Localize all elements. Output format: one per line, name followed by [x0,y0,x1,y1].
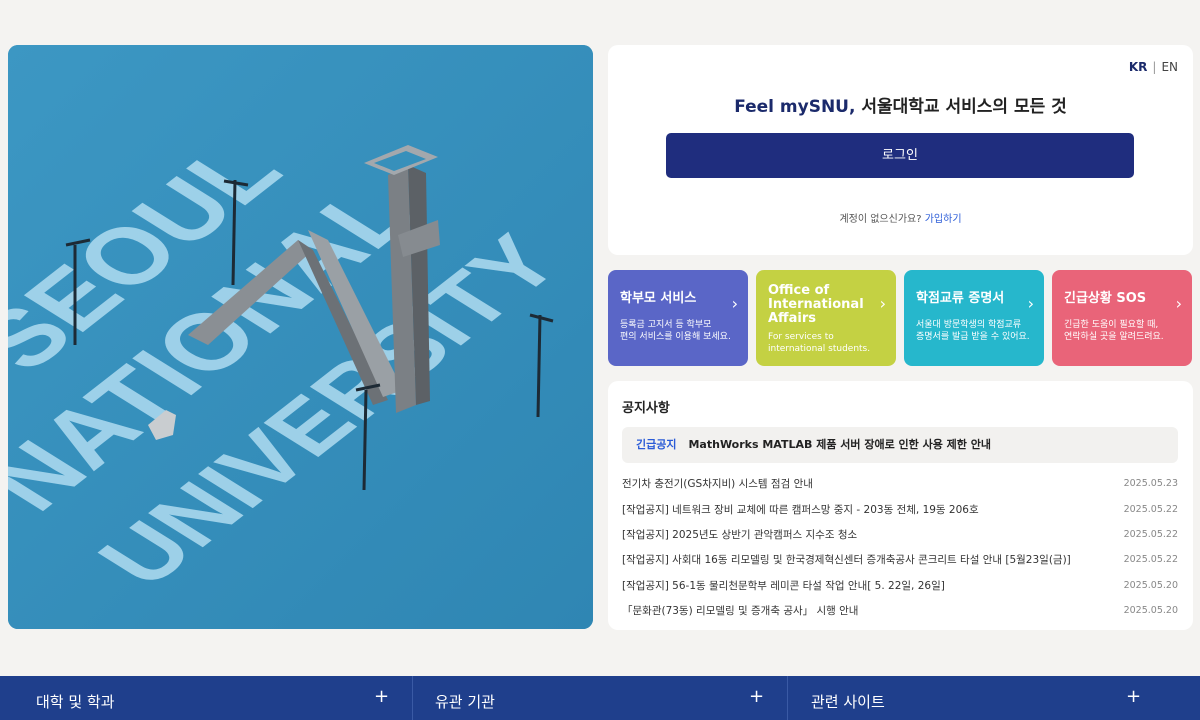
list-item[interactable]: [작업공지] 네트워크 장비 교체에 따른 캠퍼스망 중지 - 203동 전체,… [622,496,1178,521]
language-switcher: KR | EN [1129,60,1178,74]
urgent-text: MathWorks MATLAB 제품 서버 장애로 인한 사용 제한 안내 [688,438,991,451]
footer-bar: 대학 및 학과 + 유관 기관 + 관련 사이트 + [0,676,1200,720]
plus-icon: + [1126,686,1142,707]
plus-icon: + [749,686,765,707]
notice-text: 「문화관(73동) 리모델링 및 증개축 공사」 시행 안내 [622,605,859,618]
tile-title: 학부모 서비스 [620,291,697,306]
lang-en-link[interactable]: EN [1161,60,1178,74]
list-item[interactable]: [작업공지] 56-1동 물리천문학부 레미콘 타설 작업 안내[ 5. 22일… [622,573,1178,598]
tile-desc: 서울대 방문학생의 학점교류 증명서를 발급 받을 수 있어요. [916,320,1030,342]
urgent-tag: 긴급공지 [636,438,677,451]
plus-icon: + [374,686,390,707]
notice-title: 공지사항 [622,401,670,416]
tile-desc: 긴급한 도움이 필요할 때, 연락하실 곳을 알려드려요. [1064,320,1164,342]
notice-text: 전기차 충전기(GS차지비) 시스템 점검 안내 [622,478,813,491]
brand-text: Feel mySNU, [734,97,856,117]
login-button[interactable]: 로그인 [666,133,1134,178]
signup-link[interactable]: 가입하기 [925,214,962,225]
lang-separator: | [1152,60,1157,74]
tile-title: 긴급상황 SOS [1064,291,1147,306]
notice-list: 전기차 충전기(GS차지비) 시스템 점검 안내 2025.05.23 [작업공지… [622,471,1178,623]
notice-text: [작업공지] 사회대 16동 리모델링 및 한국경제혁신센터 증개축공사 콘크리… [622,554,1071,567]
tile-desc: For services to international students. [768,332,871,354]
notice-date: 2025.05.22 [1123,503,1178,515]
login-card: KR | EN Feel mySNU, 서울대학교 서비스의 모든 것 로그인 계정… [608,45,1193,255]
tile-title: Office of International Affairs [768,283,864,326]
notice-text: [작업공지] 2025년도 상반기 관악캠퍼스 지수조 청소 [622,528,858,541]
tile-credit-certificate[interactable]: 학점교류 증명서 서울대 방문학생의 학점교류 증명서를 발급 받을 수 있어요… [904,270,1044,366]
signup-row: 계정이 없으신가요? 가입하기 [608,210,1193,225]
tile-title: 학점교류 증명서 [916,291,1005,306]
hero-illustration: SEOUL NATIONAL UNIVERSITY [8,45,593,629]
footer-related-sites-toggle[interactable]: 관련 사이트 + [788,676,1200,720]
list-item[interactable]: [작업공지] 2025년도 상반기 관악캠퍼스 지수조 청소 2025.05.22 [622,522,1178,547]
chevron-right-icon: › [1175,294,1182,313]
chevron-right-icon: › [879,294,886,313]
footer-affiliated-toggle[interactable]: 유관 기관 + [413,676,788,720]
notice-date: 2025.05.20 [1123,605,1178,617]
notice-date: 2025.05.20 [1123,579,1178,591]
notice-date: 2025.05.22 [1123,528,1178,540]
title-rest: 서울대학교 서비스의 모든 것 [855,97,1067,117]
footer-label: 관련 사이트 [811,693,885,711]
tile-emergency-sos[interactable]: 긴급상황 SOS 긴급한 도움이 필요할 때, 연락하실 곳을 알려드려요. › [1052,270,1192,366]
notice-text: [작업공지] 네트워크 장비 교체에 따른 캠퍼스망 중지 - 203동 전체,… [622,503,979,516]
tile-parent-service[interactable]: 학부모 서비스 등록금 고지서 등 학부모 편의 서비스를 이용해 보세요. › [608,270,748,366]
list-item[interactable]: 「문화관(73동) 리모델링 및 증개축 공사」 시행 안내 2025.05.20 [622,598,1178,623]
chevron-right-icon: › [731,294,738,313]
tile-international-affairs[interactable]: Office of International Affairs For serv… [756,270,896,366]
lang-kr-link[interactable]: KR [1129,60,1148,74]
notice-date: 2025.05.23 [1123,478,1178,490]
signup-question: 계정이 없으신가요? [839,214,922,225]
login-title: Feel mySNU, 서울대학교 서비스의 모든 것 [608,92,1193,117]
notice-date: 2025.05.22 [1123,554,1178,566]
chevron-right-icon: › [1027,294,1034,313]
list-item[interactable]: [작업공지] 사회대 16동 리모델링 및 한국경제혁신센터 증개축공사 콘크리… [622,547,1178,572]
notice-text: [작업공지] 56-1동 물리천문학부 레미콘 타설 작업 안내[ 5. 22일… [622,579,945,592]
notice-panel: 공지사항 긴급공지 MathWorks MATLAB 제품 서버 장애로 인한 사… [608,381,1193,630]
footer-label: 유관 기관 [435,693,495,711]
footer-colleges-toggle[interactable]: 대학 및 학과 + [0,676,413,720]
footer-label: 대학 및 학과 [36,693,115,711]
list-item[interactable]: 전기차 충전기(GS차지비) 시스템 점검 안내 2025.05.23 [622,471,1178,496]
urgent-notice[interactable]: 긴급공지 MathWorks MATLAB 제품 서버 장애로 인한 사용 제한 … [622,427,1178,463]
tile-desc: 등록금 고지서 등 학부모 편의 서비스를 이용해 보세요. [620,320,731,342]
